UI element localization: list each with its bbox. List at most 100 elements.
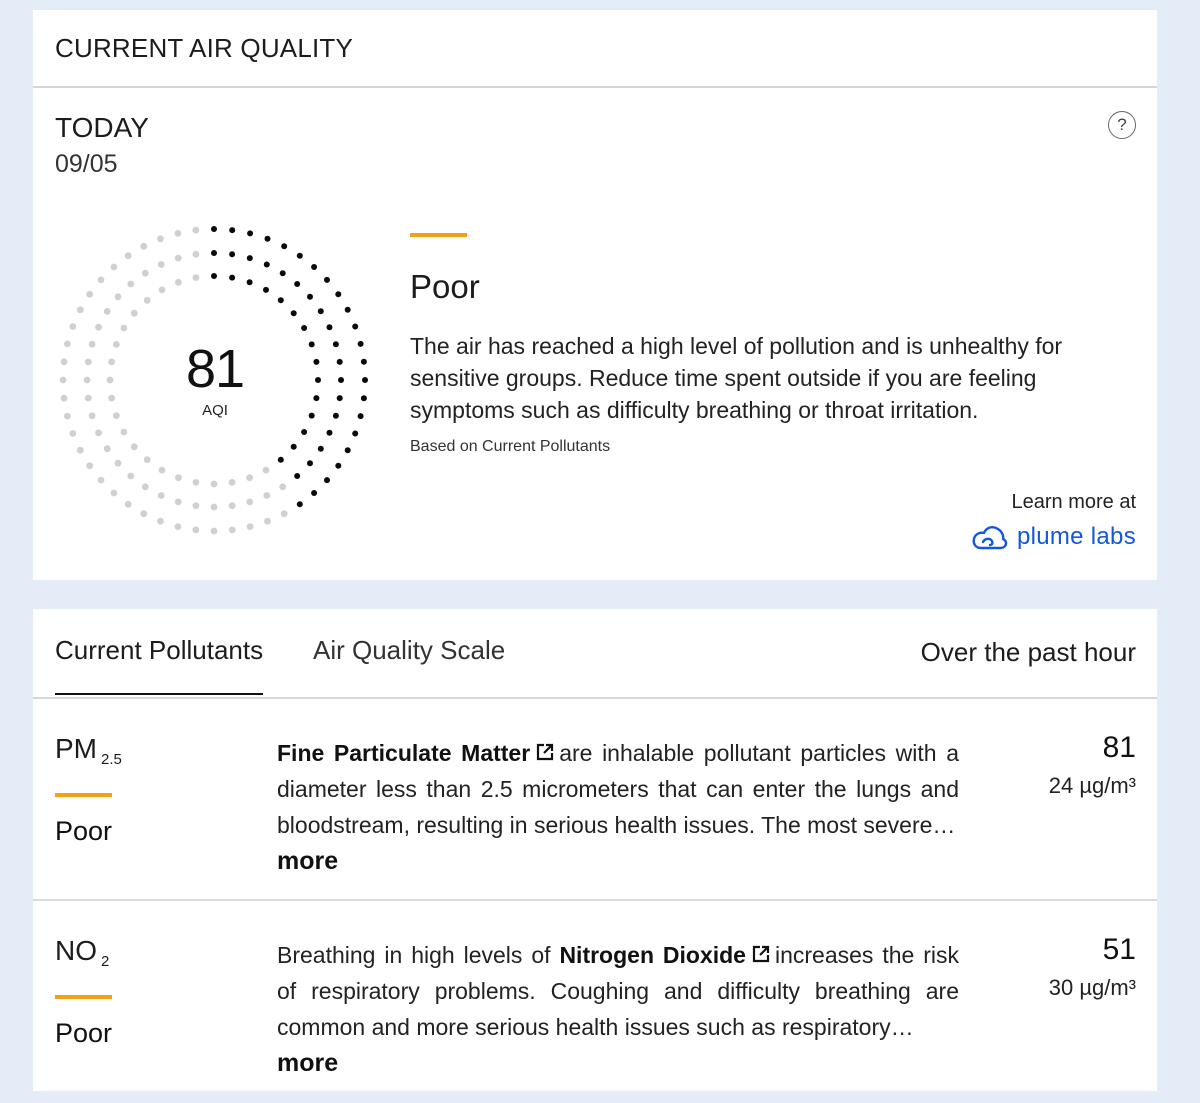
pollutant-symbol: NO: [55, 935, 97, 966]
gauge-dot-filled: [246, 255, 253, 262]
pollutant-link[interactable]: Fine Particulate Matter: [277, 740, 530, 766]
gauge-dot-filled: [263, 286, 269, 293]
external-link-icon[interactable]: [751, 944, 771, 964]
gauge-dot-filled: [317, 308, 324, 315]
gauge-dot-empty: [127, 472, 135, 480]
gauge-dot-empty: [141, 483, 149, 491]
tab-air-quality-scale[interactable]: Air Quality Scale: [313, 635, 505, 666]
gauge-dot-empty: [228, 526, 236, 534]
gauge-dot-empty: [103, 445, 111, 453]
pollutant-concentration: 24 µg/m³: [1048, 773, 1136, 798]
gauge-dot-empty: [103, 307, 111, 315]
gauge-dot-filled: [294, 473, 301, 479]
more-link[interactable]: more: [277, 847, 338, 875]
gauge-dot-empty: [83, 376, 91, 384]
gauge-dot-filled: [336, 358, 343, 365]
current-air-quality-card: CURRENT AIR QUALITY TODAY 09/05 ? 81 AQI…: [33, 10, 1157, 580]
gauge-dot-filled: [229, 251, 236, 258]
gauge-dot-empty: [124, 500, 132, 508]
pollutant-subscript: 2.5: [101, 751, 122, 768]
gauge-dot-empty: [279, 483, 287, 491]
gauge-dot-empty: [95, 323, 102, 331]
brand-name: plume labs: [1016, 523, 1136, 550]
gauge-dot-filled: [360, 395, 367, 402]
help-icon[interactable]: ?: [1108, 111, 1136, 139]
gauge-dot-filled: [294, 281, 301, 287]
gauge-dot-empty: [246, 474, 254, 482]
gauge-dot-empty: [210, 527, 218, 535]
gauge-dot-filled: [352, 323, 359, 330]
external-link-icon[interactable]: [535, 742, 555, 762]
gauge-dot-filled: [211, 273, 217, 279]
gauge-dot-empty: [246, 498, 254, 506]
pollutant-row-no2: NO 2 Poor Breathing in high levels of Nit…: [33, 903, 1157, 1103]
gauge-dot-filled: [229, 227, 236, 234]
tab-current-pollutants[interactable]: Current Pollutants: [55, 635, 264, 695]
gauge-dot-empty: [143, 296, 151, 304]
gauge-dot-empty: [174, 230, 182, 237]
gauge-dot-empty: [110, 263, 118, 271]
gauge-dot-empty: [76, 446, 84, 454]
gauge-dot-filled: [326, 429, 333, 436]
gauge-dot-filled: [296, 501, 303, 508]
pollutant-description: Breathing in high levels of Nitrogen Dio…: [277, 937, 959, 1081]
gauge-dot-empty: [175, 278, 182, 286]
gauge-dot-empty: [59, 376, 67, 384]
pollutant-description-lead: Breathing in high levels of: [277, 942, 551, 968]
gauge-dot-filled: [211, 226, 217, 232]
gauge-dot-empty: [84, 394, 92, 402]
gauge-dot-filled: [332, 412, 339, 419]
pollutant-symbol: PM: [55, 733, 97, 764]
gauge-dot-empty: [76, 306, 84, 314]
more-link[interactable]: more: [277, 1049, 338, 1077]
gauge-dot-empty: [157, 492, 165, 499]
date-label: 09/05: [55, 150, 118, 178]
gauge-dot-empty: [157, 261, 165, 268]
gauge-dot-empty: [262, 466, 270, 474]
gauge-dot-empty: [127, 280, 135, 288]
gauge-dot-filled: [357, 340, 364, 347]
pollutant-name: NO 2: [55, 935, 109, 970]
gauge-dot-filled: [296, 252, 303, 259]
pollutant-description: Fine Particulate Matter are inhalable pol…: [277, 735, 959, 879]
gauge-dot-empty: [88, 412, 96, 420]
pollutants-card: Current Pollutants Air Quality Scale Ove…: [33, 609, 1157, 1091]
gauge-dot-filled: [264, 235, 271, 242]
time-period-label: Over the past hour: [920, 637, 1136, 667]
gauge-dot-empty: [158, 286, 166, 294]
gauge-dot-empty: [86, 462, 94, 470]
gauge-dot-filled: [324, 477, 330, 484]
pollutant-concentration: 30 µg/m³: [1048, 975, 1136, 1000]
gauge-dot-empty: [130, 443, 138, 451]
gauge-dot-filled: [263, 261, 270, 268]
gauge-dot-filled: [335, 291, 342, 298]
pollutant-aqi-value: 51: [1102, 933, 1136, 966]
pollutant-name: PM 2.5: [55, 733, 122, 768]
gauge-dot-empty: [120, 428, 128, 436]
gauge-dot-filled: [290, 443, 297, 450]
gauge-dot-empty: [158, 466, 166, 474]
gauge-dot-empty: [114, 293, 122, 301]
gauge-dot-filled: [360, 358, 367, 365]
gauge-dot-filled: [338, 377, 344, 383]
gauge-dot-empty: [97, 476, 105, 484]
pollutant-link[interactable]: Nitrogen Dioxide: [559, 942, 746, 968]
gauge-dot-filled: [315, 377, 321, 383]
gauge-dot-filled: [229, 274, 236, 281]
plume-labs-link[interactable]: plume labs: [971, 522, 1136, 552]
pollutant-row-pm25: PM 2.5 Poor Fine Particulate Matter are in…: [33, 701, 1157, 901]
gauge-dot-filled: [211, 250, 217, 256]
gauge-dot-filled: [281, 243, 288, 250]
gauge-dot-filled: [277, 456, 284, 463]
gauge-dot-empty: [174, 523, 182, 530]
gauge-dot-empty: [64, 412, 71, 420]
gauge-dot-filled: [335, 462, 342, 469]
gauge-dot-filled: [344, 447, 351, 454]
gauge-dot-filled: [344, 306, 351, 313]
gauge-dot-empty: [174, 254, 182, 262]
gauge-dot-empty: [86, 290, 94, 298]
gauge-dot-empty: [192, 526, 200, 534]
gauge-dot-empty: [64, 340, 71, 348]
gauge-dot-empty: [108, 358, 115, 366]
learn-more-label: Learn more at: [1011, 491, 1136, 513]
